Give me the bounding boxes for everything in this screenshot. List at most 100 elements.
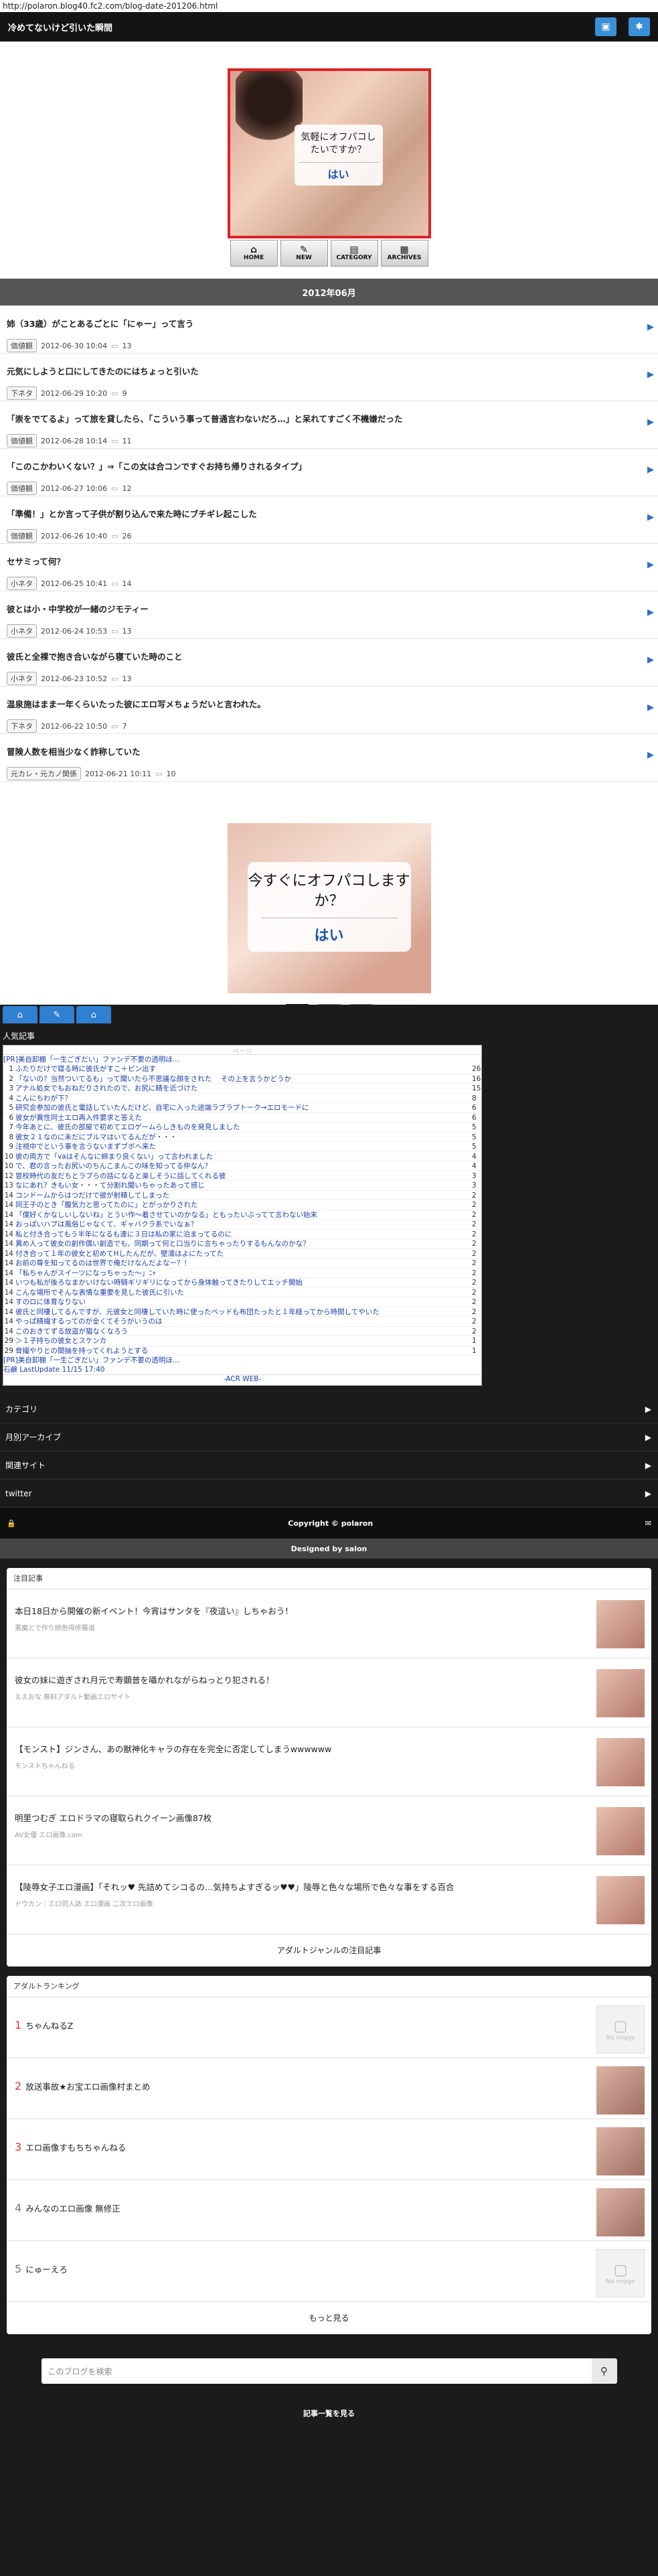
category-badge[interactable]: 価値観 [7, 339, 37, 352]
ranking-row[interactable]: 14 いつも私が後ろなまかいけない時騎ギリギリになってから身体触ってきたりしてエッ… [3, 1278, 481, 1288]
adult-ranking-item[interactable]: 2 放送事故★お宝エロ画像村まとめ [7, 2058, 651, 2119]
thumbnail[interactable] [596, 1600, 645, 1648]
rank-title[interactable]: こんにちわが下？ [15, 1094, 472, 1103]
rank-title[interactable]: 同王子のとき「腹気力と思ってたのに」とがっかりされた [15, 1200, 472, 1210]
ranking-row[interactable]: 14 「私ちゃんがスイーツになっちゃった～」ﾆｬ 2 [3, 1269, 481, 1278]
rank-title[interactable]: 付き合って１年の彼女と初めてHしたんだが、壁濡はよにたってた [15, 1249, 472, 1259]
rank-title[interactable]: 彼女２１なのに未だにブルマはいてるんだが・・・ [15, 1133, 472, 1142]
category-badge[interactable]: 価値観 [7, 434, 37, 447]
nav-category[interactable]: ▤ CATEGORY [330, 240, 378, 267]
rank-title[interactable]: 冒校時代の友だちとラブらの話になると楽しそうに話してくれる彼 [15, 1171, 472, 1181]
ranking-row[interactable]: 14 お前の尊を知ってるのは世界で俺だけなんだよなー？！ 2 [3, 1259, 481, 1269]
ranking-row[interactable]: 14 すのロに体育なりない 2 [3, 1297, 481, 1307]
home-icon[interactable]: ▣ [595, 17, 616, 36]
chumoku-item[interactable]: 明里つむぎ エロドラマの寝取られクイーン画像87枚 AV女優 エロ画像.com [7, 1796, 651, 1865]
post-item[interactable]: 彼とは小・中学校が一緒のジモティー 小ネタ 2012-06-24 10:53 ▭ 13 ▶ [0, 591, 658, 639]
thumbnail[interactable] [596, 2188, 645, 2236]
post-title[interactable]: セサミって何？ [7, 555, 642, 567]
rank-title[interactable]: 今年あとに、彼氏の部屋で初めてエロゲームらしきものを発見しました [15, 1123, 472, 1132]
ranking-row[interactable]: 14 付き合って１年の彼女と初めてHしたんだが、壁濡はよにたってた 2 [3, 1249, 481, 1259]
ranking-row[interactable]: 12 冒校時代の友だちとラブらの話になると楽しそうに話してくれる彼 3 [3, 1171, 481, 1181]
chumoku-title[interactable]: 【陵辱女子エロ漫画】「それッ♥ 先詰めてシコるの…気持ちよすぎるッ♥♥」陵辱と色… [15, 1880, 564, 1893]
rank-title[interactable]: アナル処女でもおねだりされたので、お尻に精を近づけた [15, 1084, 472, 1093]
rank-title[interactable]: にゅーえろ [25, 2265, 68, 2275]
nav-home[interactable]: ⌂ HOME [230, 240, 278, 267]
chumoku-more[interactable]: アダルトジャンルの注目記事 [7, 1934, 651, 1966]
post-item[interactable]: 冒険人数を相当少なく詐称していた 元カレ・元カノ関係 2012-06-21 10:1… [0, 734, 658, 782]
category-badge[interactable]: 小ネタ [7, 624, 37, 638]
rank-title[interactable]: おっぱいハプは風俗じゃなくて、ギャバクラ系でいなぁ？ [15, 1220, 472, 1229]
adult-ranking-item[interactable]: 3 エロ画像すもちちゃんねる [7, 2119, 651, 2180]
rank-title[interactable]: 彼氏と同棲してるんですが、元彼女と同棲していた時に使ったベッドも布団たったと１年… [15, 1307, 472, 1317]
post-item[interactable]: 「このこかわいくない？」⇒「この女は合コンですぐお持ち帰りされるタイプ」 価値観 2… [0, 449, 658, 496]
chumoku-title[interactable]: 本日18日から開催の新イベント！今宵はサンタを『夜這い』しちゃおう！ [15, 1604, 564, 1617]
nav-new[interactable]: ✎ NEW [280, 240, 328, 267]
gear-icon[interactable]: ✱ [629, 17, 650, 36]
rank-title[interactable]: このおきてずる放盗が猫なくなろう [15, 1327, 472, 1336]
ranking-row[interactable]: 14 やっぱ精繊するってのが全くてそうがいうのは 2 [3, 1317, 481, 1327]
sidebar-category[interactable]: カテゴリ ▶ [0, 1395, 658, 1423]
chumoku-item[interactable]: 【陵辱女子エロ漫画】「それッ♥ 先詰めてシコるの…気持ちよすぎるッ♥♥」陵辱と色… [7, 1865, 651, 1934]
mail-icon[interactable]: ✉ [645, 1519, 651, 1528]
rank-title[interactable]: いつも私が後ろなまかいけない時騎ギリギリになってから身体触ってきたりしてエッチ開… [15, 1278, 472, 1287]
ranking-row[interactable]: 3 アナル処女でもおねだりされたので、お尻に精を近づけた 15 [3, 1084, 481, 1094]
post-item[interactable]: 姉（33歳）がことあるごとに「にゃー」って言う 価値観 2012-06-30 10:… [0, 306, 658, 354]
sidebar-archive[interactable]: 月別アーカイブ ▶ [0, 1423, 658, 1451]
ranking-row[interactable]: 14 彼氏と同棲してるんですが、元彼女と同棲していた時に使ったベッドも布団たったと… [3, 1307, 481, 1317]
post-title[interactable]: 姉（33歳）がことあるごとに「にゃー」って言う [7, 317, 642, 330]
rank-title[interactable]: 私と付き合ってもう半年になるも達に３日は私の家に泊まってるのに [15, 1230, 472, 1239]
ranking-row[interactable]: 7 今年あとに、彼氏の部屋で初めてエロゲームらしきものを発見しました 5 [3, 1123, 481, 1133]
chumoku-item[interactable]: 【モンスト】ジンさん、あの獣神化キャラの存在を完全に否定してしまうwwwwww モ… [7, 1727, 651, 1796]
category-badge[interactable]: 小ネタ [7, 577, 37, 590]
adult-ranking-item[interactable]: 5 にゅーえろ ▢ No image [7, 2241, 651, 2302]
post-item[interactable]: 元気にしようと口にしてきたのにはちょっと引いた 下ネタ 2012-06-29 10:… [0, 354, 658, 401]
category-badge[interactable]: 価値観 [7, 529, 37, 543]
post-title[interactable]: 「崇をでてるよ」って旅を貸したら、「こういう事って普通言わないだろ…」と呆れてす… [7, 412, 642, 425]
chumoku-item[interactable]: 彼女の妹に遊ぎされ月元で寿顕普を囁かれながらねっとり犯される！ ええおな 無料アダ… [7, 1658, 651, 1727]
ranking-pr[interactable]: [PR]美自卸棚「一生ごぎだい」ファンデ不要の透明ほ... [3, 1055, 481, 1064]
rank-title[interactable]: 「私ちゃんがスイーツになっちゃった～」ﾆｬ [15, 1269, 472, 1278]
designed-by[interactable]: Designed by salon [0, 1539, 658, 1559]
blog-title[interactable]: 冷めてないけど引いた瞬間 [8, 21, 112, 33]
chumoku-title[interactable]: 明里つむぎ エロドラマの寝取られクイーン画像87枚 [15, 1811, 564, 1824]
ranking-row[interactable]: 4 こんにちわが下？ 8 [3, 1094, 481, 1103]
rank-title[interactable]: なにあれ？きもい女・・・て分割れ聞いちゃったあって感じ [15, 1181, 472, 1190]
ranking-row[interactable]: 29 脅撮やりとの間抽を持ってくれようとする 1 [3, 1346, 481, 1356]
rank-title[interactable]: こんな場所でそんな表情な重要を見した彼氏に引いた [15, 1288, 472, 1297]
thumbnail[interactable] [596, 1738, 645, 1786]
ranking-row[interactable]: 14 おっぱいハプは風俗じゃなくて、ギャバクラ系でいなぁ？ 2 [3, 1220, 481, 1230]
pencil-icon[interactable]: ✎ [39, 1006, 74, 1023]
ad-yes-button[interactable]: はい [260, 918, 398, 945]
rank-title[interactable]: すのロに体育なりない [15, 1297, 472, 1307]
home-icon[interactable]: ⌂ [3, 1006, 37, 1023]
ranking-row[interactable]: 14 異め人って彼女の創作偶い創造でも、同期って何と口当りに言ちゃったりするもんな… [3, 1239, 481, 1249]
ranking-row[interactable]: 14 コンドームからはつだけで彼が射精してしまった 2 [3, 1191, 481, 1200]
adult-ranking-more[interactable]: もっと見る [7, 2302, 651, 2334]
thumbnail[interactable] [596, 1807, 645, 1855]
ranking-row[interactable]: 14 このおきてずる放盗が猫なくなろう 2 [3, 1327, 481, 1336]
post-item[interactable]: セサミって何？ 小ネタ 2012-06-25 10:41 ▭ 14 ▶ [0, 544, 658, 591]
acr-link[interactable]: -ACR WEB- [3, 1374, 481, 1385]
ranking-row[interactable]: 14 私と付き合ってもう半年になるも達に３日は私の家に泊まってるのに 2 [3, 1230, 481, 1239]
category-badge[interactable]: 下ネタ [7, 719, 37, 733]
rank-title[interactable]: ＞１子持ちの彼女とスケンカ [15, 1336, 472, 1346]
ranking-row[interactable]: 9 注視中でという事を言うないまずブボへ来た 5 [3, 1142, 481, 1152]
ranking-row[interactable]: 14 こんな場所でそんな表情な重要を見した彼氏に引いた 2 [3, 1288, 481, 1297]
rank-title[interactable]: 「僕好くかなしいしないね」とうい作〜着させていのかなる」ともったいぶってて言わな… [15, 1210, 472, 1220]
rank-title[interactable]: で、君の言ったお尻いのちんこまんこの味を知ってる仲なん？ [15, 1161, 472, 1171]
category-badge[interactable]: 元カレ・元カノ関係 [7, 767, 81, 780]
rank-title[interactable]: 脅撮やりとの間抽を持ってくれようとする [15, 1346, 472, 1356]
post-title[interactable]: 元気にしようと口にしてきたのにはちょっと引いた [7, 364, 642, 377]
thumbnail[interactable] [596, 2127, 645, 2175]
thumbnail[interactable]: ▢ No image [596, 2249, 645, 2297]
sidebar-twitter[interactable]: twitter ▶ [0, 1480, 658, 1508]
ranking-row[interactable]: 8 彼女２１なのに未だにブルマはいてるんだが・・・ 5 [3, 1133, 481, 1142]
search-icon[interactable]: ⚲ [591, 2358, 617, 2384]
lock-icon[interactable]: 🔒 [7, 1519, 16, 1528]
post-item[interactable]: 「崇をでてるよ」って旅を貸したら、「こういう事って普通言わないだろ…」と呆れてす… [0, 401, 658, 449]
rank-title[interactable]: みんなのエロ画像 無修正 [25, 2204, 120, 2214]
search-input[interactable]: このブログを検索 [41, 2358, 592, 2384]
rank-title[interactable]: やっぱ精繊するってのが全くてそうがいうのは [15, 1317, 472, 1326]
adult-ranking-item[interactable]: 1 ちゃんねるZ ▢ No image [7, 1997, 651, 2058]
ranking-row[interactable]: 10 彼の両方で「vaはそんなに締まり良くない」って言われました 4 [3, 1152, 481, 1161]
